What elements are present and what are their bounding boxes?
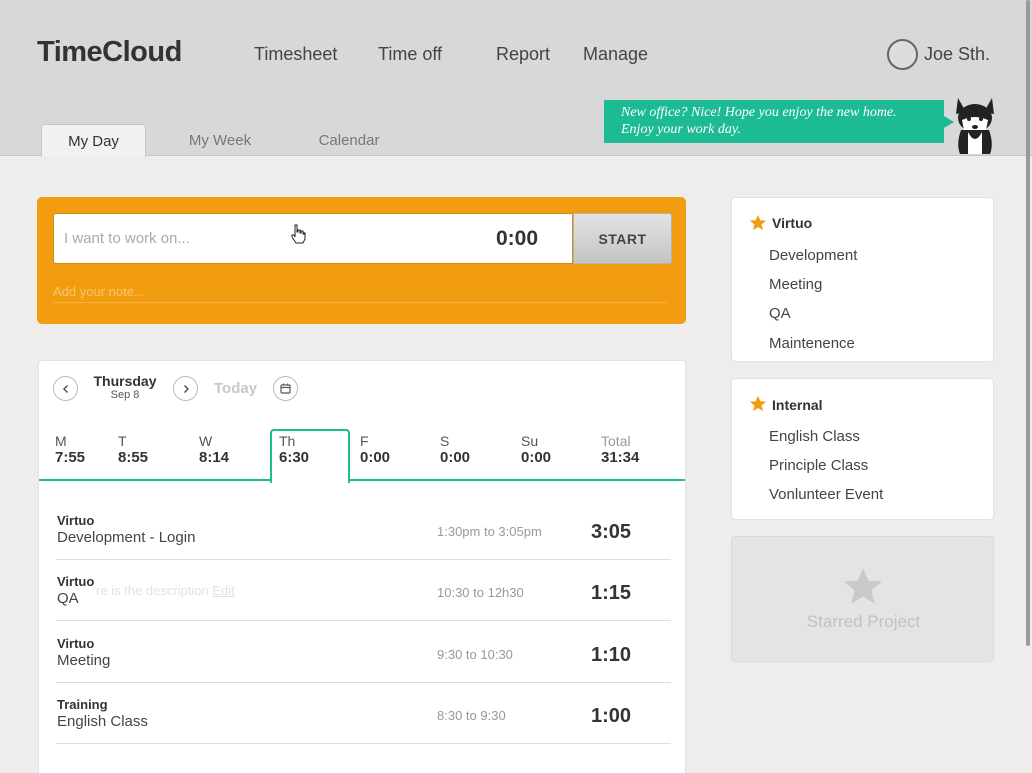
next-day-button[interactable]	[173, 376, 198, 401]
project-task-item[interactable]: Maintenence	[769, 335, 855, 352]
calendar-icon	[280, 383, 291, 394]
time-entry[interactable]: re is the description Edit Virtuo QA 10:…	[56, 560, 671, 621]
week-day-hours: 0:00	[360, 449, 391, 466]
project-task-item[interactable]: Vonlunteer Event	[769, 486, 883, 503]
week-day-hours: 0:00	[440, 449, 471, 466]
note-input[interactable]	[53, 281, 667, 303]
week-day-letter: Su	[521, 433, 539, 449]
app-logo[interactable]: TimeCloud	[37, 36, 182, 69]
nav-report[interactable]: Report	[496, 44, 550, 65]
tip-line-2: Enjoy your work day.	[621, 122, 741, 137]
timer-panel: 0:00 START	[37, 197, 686, 324]
description-hint-text: re is the description	[96, 583, 209, 598]
week-day-hours: 0:00	[521, 449, 552, 466]
entry-task: QA	[57, 590, 79, 607]
timer-display: 0:00	[496, 227, 539, 250]
task-input[interactable]	[53, 213, 573, 264]
entry-description-hint: re is the description Edit	[96, 583, 235, 598]
week-day-sun[interactable]: Su 0:00	[521, 433, 591, 466]
week-day-thu[interactable]: Th 6:30	[279, 433, 349, 466]
user-avatar[interactable]	[887, 39, 918, 70]
week-day-wed[interactable]: W 8:14	[199, 433, 269, 466]
tab-my-week[interactable]: My Week	[174, 124, 266, 156]
week-total: Total 31:34	[601, 433, 671, 466]
entry-task: Meeting	[57, 652, 111, 669]
chevron-right-icon	[183, 384, 189, 394]
project-task-item[interactable]: Principle Class	[769, 457, 868, 474]
week-day-letter: S	[440, 433, 450, 449]
start-button[interactable]: START	[573, 213, 672, 264]
tab-calendar[interactable]: Calendar	[303, 124, 395, 156]
star-icon	[844, 568, 882, 604]
star-icon[interactable]	[749, 395, 767, 413]
tab-my-day[interactable]: My Day	[41, 124, 146, 157]
nav-timesheet[interactable]: Timesheet	[254, 44, 337, 65]
time-entry[interactable]: Virtuo Development - Login 1:30pm to 3:0…	[56, 499, 671, 560]
week-day-letter: Th	[279, 433, 296, 449]
entry-duration: 1:15	[591, 582, 632, 604]
week-day-hours: 8:14	[199, 449, 230, 466]
week-day-letter: F	[360, 433, 369, 449]
project-task-item[interactable]: QA	[769, 305, 791, 322]
time-entry[interactable]: Virtuo Meeting 9:30 to 10:30 1:10	[56, 622, 671, 683]
day-entries-card: Thursday Sep 8 Today M 7:55 T 8:55 W 8:1…	[38, 360, 686, 773]
starred-project-placeholder[interactable]: Starred Project	[731, 536, 994, 662]
week-total-hours: 31:34	[601, 449, 640, 466]
day-name: Thursday	[93, 373, 157, 389]
prev-day-button[interactable]	[53, 376, 78, 401]
entry-duration: 1:00	[591, 705, 632, 727]
husky-mascot-icon	[956, 98, 994, 154]
hand-cursor-icon	[291, 224, 306, 244]
week-day-letter: W	[199, 433, 213, 449]
project-task-item[interactable]: Meeting	[769, 276, 822, 293]
today-button[interactable]: Today	[214, 380, 257, 397]
entry-time-range: 9:30 to 10:30	[437, 647, 513, 662]
day-date: Sep 8	[110, 389, 140, 401]
project-task-item[interactable]: Development	[769, 247, 857, 264]
entry-time-range: 8:30 to 9:30	[437, 708, 506, 723]
week-day-hours: 7:55	[55, 449, 86, 466]
time-entry[interactable]: Training English Class 8:30 to 9:30 1:00	[56, 683, 671, 744]
project-card-internal: Internal English Class Principle Class V…	[731, 378, 994, 520]
top-header: TimeCloud Timesheet Time off Report Mana…	[0, 0, 1032, 157]
nav-manage[interactable]: Manage	[583, 44, 648, 65]
entry-duration: 1:10	[591, 644, 632, 666]
entry-project: Virtuo	[57, 636, 95, 651]
chevron-left-icon	[62, 384, 68, 394]
week-day-fri[interactable]: F 0:00	[360, 433, 430, 466]
project-card-virtuo: Virtuo Development Meeting QA Maintenenc…	[731, 197, 994, 362]
week-day-mon[interactable]: M 7:55	[55, 433, 125, 466]
nav-time-off[interactable]: Time off	[378, 44, 442, 65]
user-name[interactable]: Joe Sth.	[924, 44, 990, 65]
week-day-hours: 8:55	[118, 449, 149, 466]
week-day-hours: 6:30	[279, 449, 310, 466]
entry-duration: 3:05	[591, 521, 632, 543]
project-title: Internal	[772, 397, 823, 413]
entry-project: Virtuo	[57, 513, 95, 528]
calendar-button[interactable]	[273, 376, 298, 401]
entry-task: English Class	[57, 713, 148, 730]
entry-task: Development - Login	[57, 529, 196, 546]
entry-project: Training	[57, 697, 108, 712]
page-scrollbar[interactable]	[1026, 0, 1030, 646]
welcome-tip: New office? Nice! Hope you enjoy the new…	[604, 100, 954, 143]
project-title: Virtuo	[772, 215, 813, 231]
week-total-label: Total	[601, 433, 631, 449]
entry-project: Virtuo	[57, 574, 95, 589]
entry-time-range: 10:30 to 12h30	[437, 585, 524, 600]
entry-time-range: 1:30pm to 3:05pm	[437, 524, 542, 539]
week-summary: M 7:55 T 8:55 W 8:14 Th 6:30 F 0:00 S 0:…	[39, 429, 685, 483]
project-task-item[interactable]: English Class	[769, 428, 860, 445]
starred-project-label: Starred Project	[806, 612, 921, 631]
week-day-letter: T	[118, 433, 127, 449]
tip-line-1: New office? Nice! Hope you enjoy the new…	[621, 105, 897, 120]
edit-description-link[interactable]: Edit	[212, 583, 234, 598]
week-day-sat[interactable]: S 0:00	[440, 433, 510, 466]
week-day-tue[interactable]: T 8:55	[118, 433, 188, 466]
week-day-letter: M	[55, 433, 67, 449]
star-icon[interactable]	[749, 214, 767, 232]
